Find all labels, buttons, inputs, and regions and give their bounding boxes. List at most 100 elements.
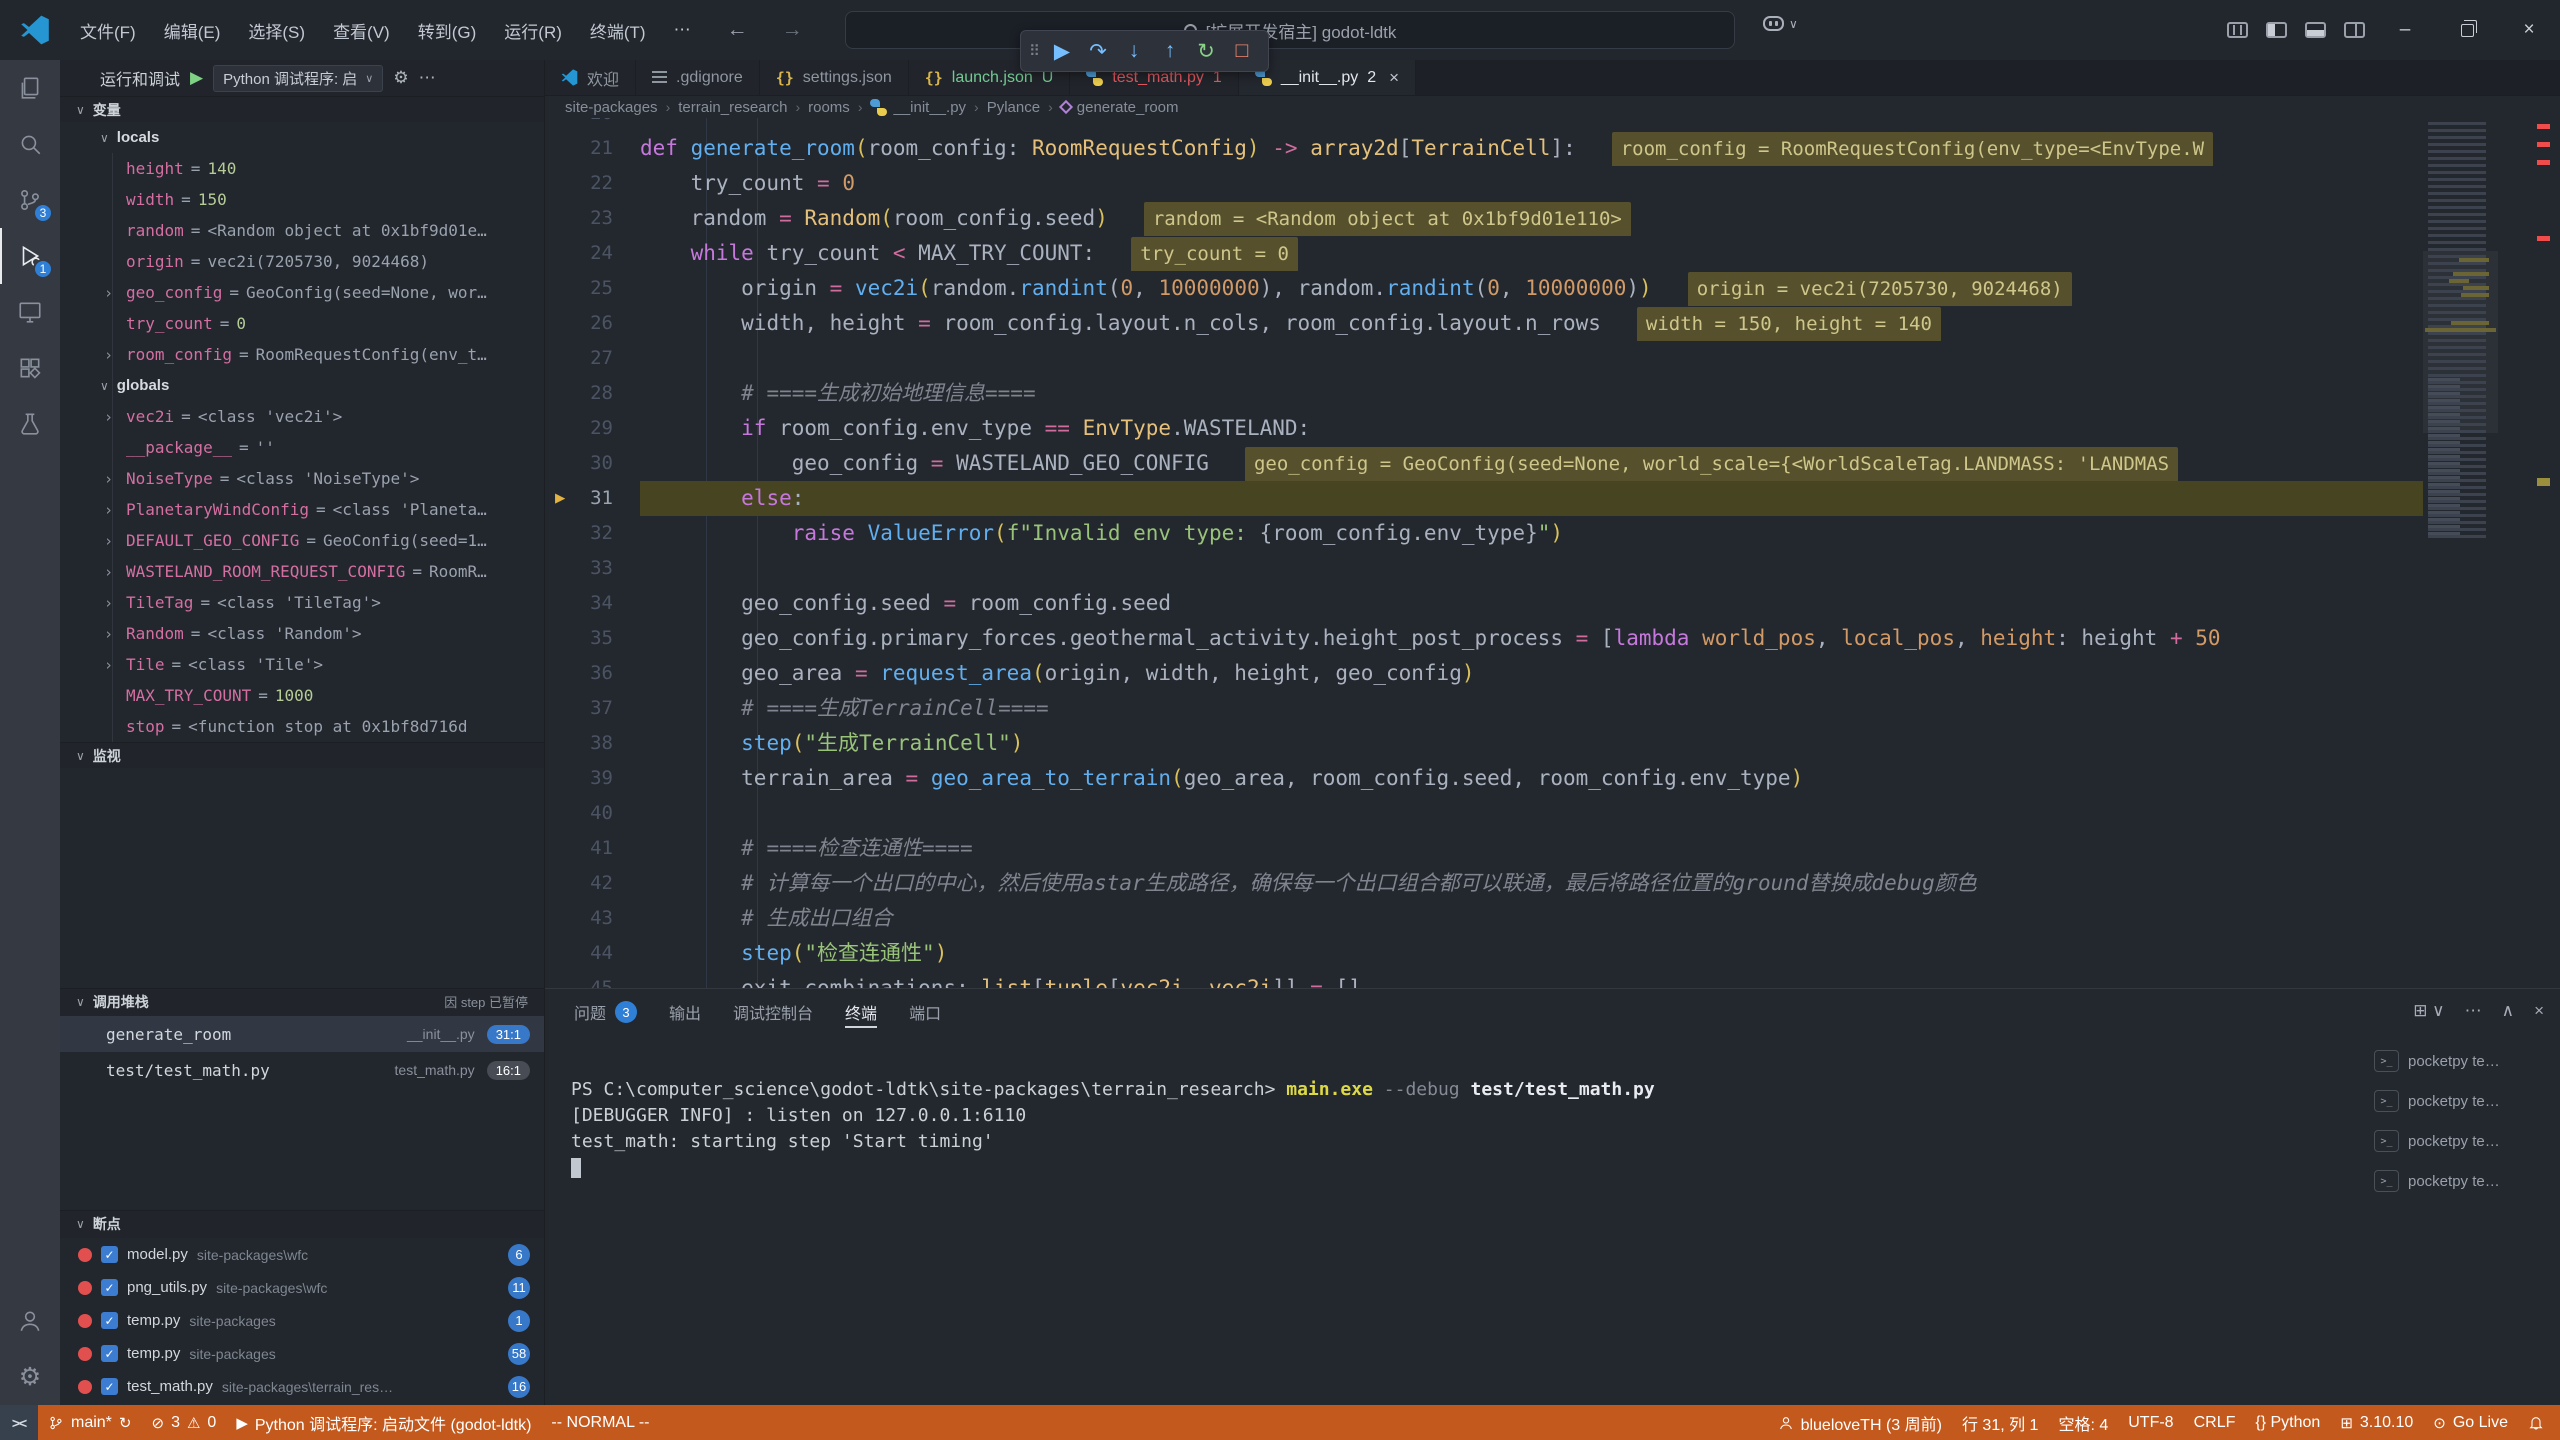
remote-explorer-icon[interactable] (0, 284, 60, 340)
variable-row[interactable]: ›Random=<class 'Random'> (60, 618, 544, 649)
line-number[interactable]: 39 (545, 761, 640, 796)
line-number[interactable]: 33 (545, 551, 640, 586)
stop-button[interactable]: □ (1224, 34, 1260, 68)
split-terminal-icon[interactable]: ⊞ ∨ (2413, 1001, 2444, 1021)
variable-row[interactable]: __package__='' (60, 432, 544, 463)
variables-group-globals[interactable]: ∨globals (60, 370, 544, 401)
breakpoint-row[interactable]: ✓test_math.pysite-packages\terrain_res…1… (60, 1370, 544, 1403)
panel-tab-调试控制台[interactable]: 调试控制台 (720, 989, 826, 1035)
line-number[interactable]: 42 (545, 866, 640, 901)
problems-item[interactable]: ⊘3 ⚠0 (141, 1405, 226, 1440)
line-number[interactable]: 40 (545, 796, 640, 831)
toggle-panel-icon[interactable] (2305, 22, 2326, 38)
terminal-list-item[interactable]: >_pocketpy te… (2374, 1121, 2552, 1161)
search-activity-icon[interactable] (0, 116, 60, 172)
restart-button[interactable]: ↻ (1188, 34, 1224, 68)
variable-row[interactable]: MAX_TRY_COUNT=1000 (60, 680, 544, 711)
breadcrumb-item[interactable]: generate_room (1061, 99, 1179, 116)
debug-settings-gear-icon[interactable]: ⚙ (393, 68, 408, 88)
menu-item[interactable]: 查看(V) (319, 18, 404, 43)
drag-handle-icon[interactable]: ⠿ (1029, 42, 1038, 60)
variable-row[interactable]: height=140 (60, 153, 544, 184)
watch-body[interactable] (60, 768, 544, 988)
run-debug-icon[interactable]: 1 (0, 228, 60, 284)
line-number[interactable]: 34 (545, 586, 640, 621)
go-live[interactable]: ⊙Go Live (2423, 1405, 2518, 1440)
remote-indicator[interactable]: >< (0, 1405, 38, 1440)
variable-row[interactable]: stop=<function stop at 0x1bf8d716d (60, 711, 544, 742)
breakpoint-row[interactable]: ✓temp.pysite-packages1 (60, 1304, 544, 1337)
notifications[interactable] (2518, 1405, 2554, 1440)
line-number[interactable]: 28 (545, 376, 640, 411)
terminal-list-item[interactable]: >_pocketpy te… (2374, 1161, 2552, 1201)
line-number[interactable]: 38 (545, 726, 640, 761)
language-mode[interactable]: {} Python (2245, 1405, 2330, 1440)
debug-session-item[interactable]: ▶ Python 调试程序: 启动文件 (godot-ldtk) (226, 1405, 541, 1440)
breadcrumb-item[interactable]: __init__.py (870, 99, 966, 116)
step-into-button[interactable]: ↓ (1116, 34, 1152, 68)
breakpoint-checkbox[interactable]: ✓ (101, 1378, 118, 1395)
menu-item[interactable]: 编辑(E) (150, 18, 235, 43)
toggle-sidebar-icon[interactable] (2266, 22, 2287, 38)
indentation[interactable]: 空格: 4 (2048, 1405, 2118, 1440)
testing-icon[interactable] (0, 396, 60, 452)
menu-item[interactable]: 转到(G) (404, 18, 491, 43)
panel-tab-终端[interactable]: 终端 (832, 989, 890, 1035)
close-button[interactable]: × (2498, 0, 2560, 60)
minimap[interactable] (2423, 118, 2498, 678)
line-number[interactable]: 37 (545, 691, 640, 726)
copilot-menu[interactable]: ∨ (1763, 16, 1798, 31)
menu-more-icon[interactable]: ⋯ (660, 20, 705, 40)
git-branch-item[interactable]: main* ↻ (38, 1405, 141, 1440)
variable-row[interactable]: ›DEFAULT_GEO_CONFIG=GeoConfig(seed=1… (60, 525, 544, 556)
terminal-output[interactable]: PS C:\computer_science\godot-ldtk\site-p… (571, 1077, 2360, 1397)
command-center[interactable]: [扩展开发宿主] godot-ldtk (845, 11, 1735, 49)
callstack-frame[interactable]: test/test_math.pytest_math.py16:1 (60, 1052, 544, 1088)
breadcrumb-item[interactable]: site-packages (565, 99, 658, 116)
debug-more-icon[interactable]: ⋯ (419, 68, 436, 88)
nav-forward-icon[interactable]: → (770, 18, 815, 42)
more-actions-icon[interactable]: ⋯ (2465, 1001, 2482, 1021)
watch-section-header[interactable]: ∨ 监视 (60, 742, 544, 768)
source-control-icon[interactable]: 3 (0, 172, 60, 228)
launch-config-select[interactable]: Python 调试程序: 启∨ (213, 65, 383, 92)
line-number[interactable]: 27 (545, 341, 640, 376)
variable-row[interactable]: ›WASTELAND_ROOM_REQUEST_CONFIG=RoomR… (60, 556, 544, 587)
variable-row[interactable]: ›vec2i=<class 'vec2i'> (60, 401, 544, 432)
panel-tab-问题[interactable]: 问题3 (561, 989, 650, 1035)
start-debug-icon[interactable]: ▶ (190, 68, 203, 88)
accounts-icon[interactable] (0, 1293, 60, 1349)
author-item[interactable]: blueloveTH (3 周前) (1768, 1405, 1952, 1440)
menu-item[interactable]: 选择(S) (234, 18, 319, 43)
close-panel-icon[interactable]: × (2534, 1001, 2544, 1021)
code-editor[interactable]: 2021def generate_room(room_config: RoomR… (545, 118, 2560, 988)
step-over-button[interactable]: ↷ (1080, 34, 1116, 68)
line-number[interactable]: 29 (545, 411, 640, 446)
settings-gear-icon[interactable]: ⚙ (0, 1349, 60, 1405)
variable-row[interactable]: random=<Random object at 0x1bf9d01e… (60, 215, 544, 246)
step-out-button[interactable]: ↑ (1152, 34, 1188, 68)
line-number[interactable]: 43 (545, 901, 640, 936)
line-number[interactable]: 45 (545, 971, 640, 988)
breadcrumb-item[interactable]: Pylance (987, 99, 1040, 116)
nav-back-icon[interactable]: ← (715, 18, 760, 42)
tab-欢迎[interactable]: 欢迎 (545, 60, 636, 95)
variable-row[interactable]: width=150 (60, 184, 544, 215)
variable-row[interactable]: ›geo_config=GeoConfig(seed=None, wor… (60, 277, 544, 308)
breakpoint-row[interactable]: ✓model.pysite-packages\wfc6 (60, 1238, 544, 1271)
line-number[interactable]: 36 (545, 656, 640, 691)
eol[interactable]: CRLF (2184, 1405, 2246, 1440)
terminal-list-item[interactable]: >_pocketpy te… (2374, 1081, 2552, 1121)
breakpoints-section-header[interactable]: ∨ 断点 (60, 1210, 544, 1236)
line-number[interactable]: 31▶ (545, 481, 640, 516)
breakpoint-checkbox[interactable]: ✓ (101, 1246, 118, 1263)
callstack-section-header[interactable]: ∨ 调用堆栈 因 step 已暂停 (60, 988, 544, 1014)
customize-layout-icon[interactable] (2227, 22, 2248, 38)
breadcrumb-item[interactable]: rooms (808, 99, 850, 116)
close-icon[interactable]: × (1389, 68, 1399, 88)
variables-group-locals[interactable]: ∨locals (60, 122, 544, 153)
restore-button[interactable] (2436, 0, 2498, 60)
breakpoint-checkbox[interactable]: ✓ (101, 1312, 118, 1329)
breakpoint-checkbox[interactable]: ✓ (101, 1279, 118, 1296)
line-number[interactable]: 35 (545, 621, 640, 656)
